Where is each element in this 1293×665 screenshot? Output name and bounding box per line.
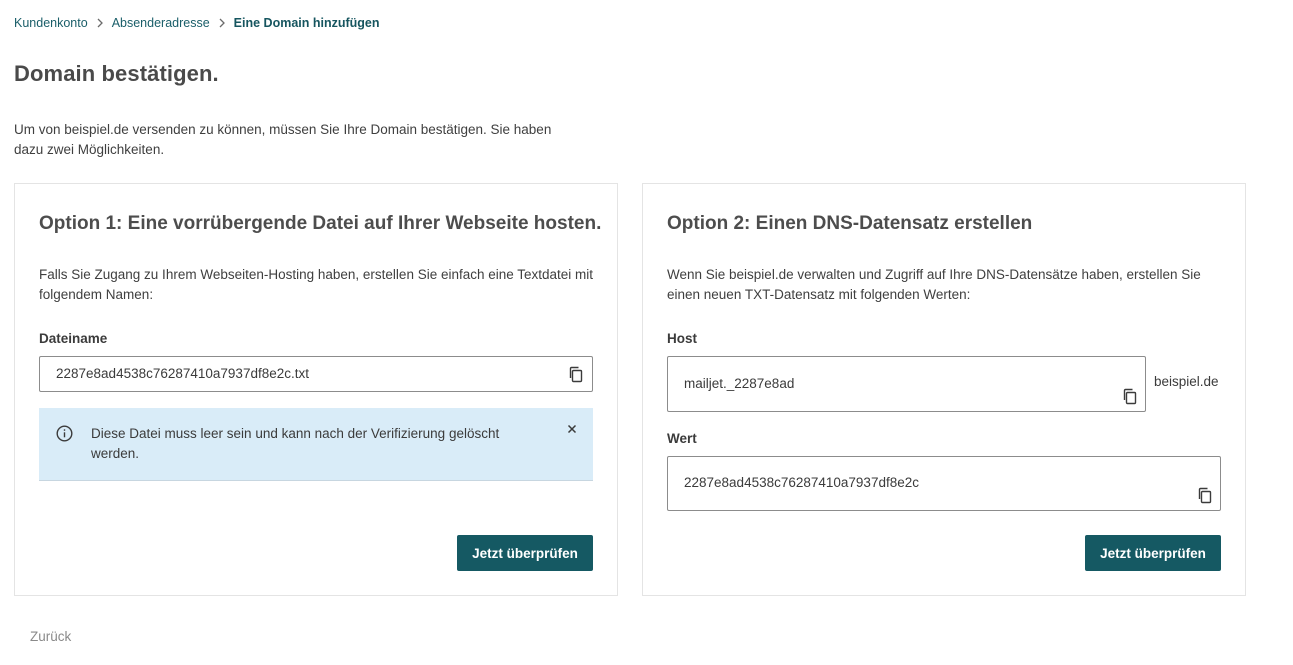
copy-icon[interactable] [567,365,585,383]
info-icon [56,425,73,442]
intro-text: Um von beispiel.de versenden zu können, … [14,122,552,157]
option1-card: Option 1: Eine vorrübergende Datei auf I… [14,183,618,596]
chevron-right-icon [88,18,112,28]
close-icon[interactable] [565,422,579,436]
option2-description: Wenn Sie beispiel.de verwalten und Zugri… [667,267,1201,302]
page: Kundenkonto Absenderadresse Eine Domain … [0,0,1293,665]
value-input[interactable] [684,475,1126,490]
filename-field-wrapper [39,356,593,392]
breadcrumb-item-kundenkonto[interactable]: Kundenkonto [14,15,88,31]
breadcrumb-item-absenderadresse[interactable]: Absenderadresse [112,15,210,31]
info-alert: Diese Datei muss leer sein und kann nach… [39,408,593,481]
breadcrumb: Kundenkonto Absenderadresse Eine Domain … [14,15,380,31]
host-label: Host [667,331,697,346]
host-input[interactable] [684,376,1066,391]
filename-input[interactable] [56,366,498,381]
chevron-right-icon [210,18,234,28]
copy-icon[interactable] [1196,486,1214,504]
option1-verify-button[interactable]: Jetzt überprüfen [457,535,593,571]
filename-label: Dateiname [39,331,108,346]
copy-icon[interactable] [1121,387,1139,405]
value-label: Wert [667,431,697,446]
option2-title: Option 2: Einen DNS-Datensatz erstellen [667,213,1033,234]
back-link[interactable]: Zurück [30,629,71,644]
breadcrumb-current: Eine Domain hinzufügen [233,16,380,30]
option1-title: Option 1: Eine vorrübergende Datei auf I… [39,213,602,234]
option2-verify-button[interactable]: Jetzt überprüfen [1085,535,1221,571]
option1-description: Falls Sie Zugang zu Ihrem Webseiten-Host… [39,267,594,302]
host-field-wrapper [667,356,1146,412]
value-field-wrapper [667,456,1221,511]
page-title: Domain bestätigen. [14,61,219,86]
info-alert-text: Diese Datei muss leer sein und kann nach… [91,426,500,461]
host-domain-suffix: beispiel.de [1154,374,1219,389]
option2-card: Option 2: Einen DNS-Datensatz erstellen … [642,183,1246,596]
